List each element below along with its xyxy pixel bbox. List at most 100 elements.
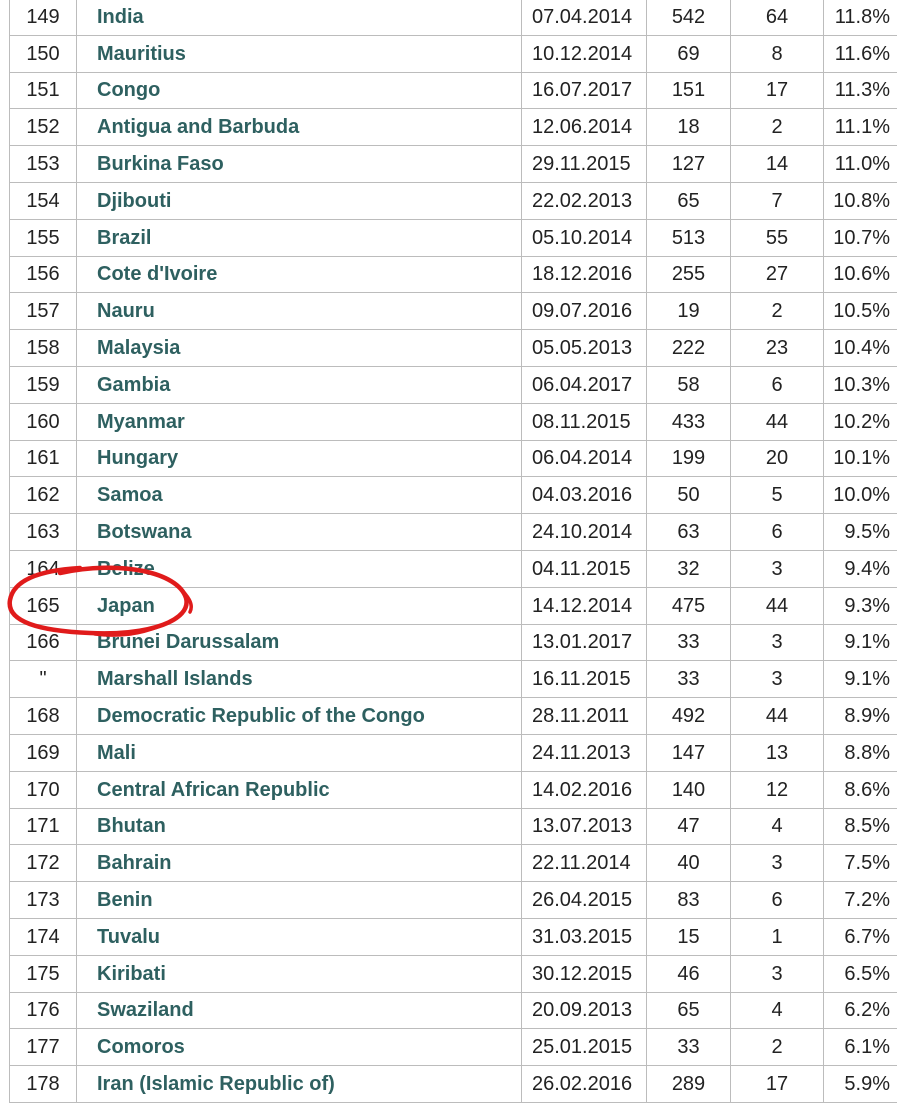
country-cell[interactable]: Iran (Islamic Republic of) <box>77 1066 522 1103</box>
country-cell[interactable]: Tuvalu <box>77 918 522 955</box>
rank-cell: 163 <box>10 514 77 551</box>
country-link[interactable]: Benin <box>97 889 153 911</box>
rank-cell: 171 <box>10 808 77 845</box>
country-cell[interactable]: Belize <box>77 550 522 587</box>
country-cell[interactable]: Congo <box>77 72 522 109</box>
country-link[interactable]: Myanmar <box>97 411 185 433</box>
country-link[interactable]: India <box>97 6 144 28</box>
rank-cell: 174 <box>10 918 77 955</box>
country-cell[interactable]: Cote d'Ivoire <box>77 256 522 293</box>
table-row: 161Hungary06.04.20141992010.1% <box>10 440 897 477</box>
table-row: 175Kiribati30.12.20154636.5% <box>10 955 897 992</box>
percent-women-cell: 9.3% <box>824 587 897 624</box>
country-link[interactable]: Antigua and Barbuda <box>97 116 299 138</box>
country-cell[interactable]: Antigua and Barbuda <box>77 109 522 146</box>
election-date-cell: 16.11.2015 <box>522 661 647 698</box>
country-cell[interactable]: Gambia <box>77 366 522 403</box>
country-link[interactable]: Brunei Darussalam <box>97 631 279 653</box>
country-cell[interactable]: Myanmar <box>77 403 522 440</box>
election-date-cell: 13.07.2013 <box>522 808 647 845</box>
table-row: 166Brunei Darussalam13.01.20173339.1% <box>10 624 897 661</box>
country-link[interactable]: Iran (Islamic Republic of) <box>97 1073 335 1095</box>
country-link[interactable]: Tuvalu <box>97 926 160 948</box>
table-row: 157Nauru09.07.201619210.5% <box>10 293 897 330</box>
seats-cell: 63 <box>647 514 731 551</box>
country-link[interactable]: Central African Republic <box>97 779 330 801</box>
seats-cell: 33 <box>647 624 731 661</box>
country-link[interactable]: Djibouti <box>97 190 171 212</box>
country-link[interactable]: Botswana <box>97 521 191 543</box>
country-cell[interactable]: Mauritius <box>77 35 522 72</box>
country-cell[interactable]: Bhutan <box>77 808 522 845</box>
country-cell[interactable]: Swaziland <box>77 992 522 1029</box>
rank-cell: 155 <box>10 219 77 256</box>
country-link[interactable]: Japan <box>97 595 155 617</box>
rank-cell: 168 <box>10 698 77 735</box>
election-date-cell: 04.11.2015 <box>522 550 647 587</box>
country-link[interactable]: Brazil <box>97 227 151 249</box>
country-link[interactable]: Malaysia <box>97 337 180 359</box>
percent-women-cell: 6.1% <box>824 1029 897 1066</box>
rank-cell: 161 <box>10 440 77 477</box>
rank-cell: 150 <box>10 35 77 72</box>
country-cell[interactable]: Mali <box>77 734 522 771</box>
rank-cell: 158 <box>10 330 77 367</box>
country-cell[interactable]: Samoa <box>77 477 522 514</box>
country-link[interactable]: Mali <box>97 742 136 764</box>
table-row: 149India07.04.20145426411.8% <box>10 0 897 35</box>
women-cell: 6 <box>731 366 824 403</box>
country-link[interactable]: Bahrain <box>97 852 171 874</box>
percent-women-cell: 8.8% <box>824 734 897 771</box>
country-cell[interactable]: Bahrain <box>77 845 522 882</box>
country-link[interactable]: Mauritius <box>97 43 186 65</box>
table-row: 164Belize04.11.20153239.4% <box>10 550 897 587</box>
country-link[interactable]: Comoros <box>97 1036 185 1058</box>
country-cell[interactable]: Nauru <box>77 293 522 330</box>
election-date-cell: 24.11.2013 <box>522 734 647 771</box>
country-link[interactable]: Burkina Faso <box>97 153 224 175</box>
country-cell[interactable]: Burkina Faso <box>77 146 522 183</box>
country-cell[interactable]: Djibouti <box>77 182 522 219</box>
country-link[interactable]: Democratic Republic of the Congo <box>97 705 425 727</box>
percent-women-cell: 10.6% <box>824 256 897 293</box>
country-cell[interactable]: Brazil <box>77 219 522 256</box>
country-link[interactable]: Swaziland <box>97 999 194 1021</box>
country-link[interactable]: Belize <box>97 558 155 580</box>
percent-women-cell: 10.1% <box>824 440 897 477</box>
rank-cell: " <box>10 661 77 698</box>
country-cell[interactable]: Democratic Republic of the Congo <box>77 698 522 735</box>
country-link[interactable]: Congo <box>97 79 160 101</box>
country-cell[interactable]: Comoros <box>77 1029 522 1066</box>
country-cell[interactable]: Japan <box>77 587 522 624</box>
table-row: 156Cote d'Ivoire18.12.20162552710.6% <box>10 256 897 293</box>
election-date-cell: 09.07.2016 <box>522 293 647 330</box>
country-link[interactable]: Gambia <box>97 374 170 396</box>
table-row: 151Congo16.07.20171511711.3% <box>10 72 897 109</box>
country-cell[interactable]: Marshall Islands <box>77 661 522 698</box>
table-row: 171Bhutan13.07.20134748.5% <box>10 808 897 845</box>
country-link[interactable]: Kiribati <box>97 963 166 985</box>
country-link[interactable]: Cote d'Ivoire <box>97 263 217 285</box>
election-date-cell: 26.02.2016 <box>522 1066 647 1103</box>
country-cell[interactable]: Hungary <box>77 440 522 477</box>
country-cell[interactable]: Malaysia <box>77 330 522 367</box>
country-link[interactable]: Nauru <box>97 300 155 322</box>
percent-women-cell: 9.5% <box>824 514 897 551</box>
country-link[interactable]: Hungary <box>97 447 178 469</box>
country-link[interactable]: Samoa <box>97 484 163 506</box>
percent-women-cell: 11.0% <box>824 146 897 183</box>
country-link[interactable]: Marshall Islands <box>97 668 253 690</box>
country-cell[interactable]: Botswana <box>77 514 522 551</box>
percent-women-cell: 9.1% <box>824 661 897 698</box>
country-cell[interactable]: Central African Republic <box>77 771 522 808</box>
seats-cell: 199 <box>647 440 731 477</box>
table-row: 163Botswana24.10.20146369.5% <box>10 514 897 551</box>
country-link[interactable]: Bhutan <box>97 815 166 837</box>
country-cell[interactable]: India <box>77 0 522 35</box>
women-cell: 2 <box>731 109 824 146</box>
country-cell[interactable]: Brunei Darussalam <box>77 624 522 661</box>
country-cell[interactable]: Kiribati <box>77 955 522 992</box>
country-cell[interactable]: Benin <box>77 882 522 919</box>
women-cell: 3 <box>731 845 824 882</box>
seats-cell: 46 <box>647 955 731 992</box>
